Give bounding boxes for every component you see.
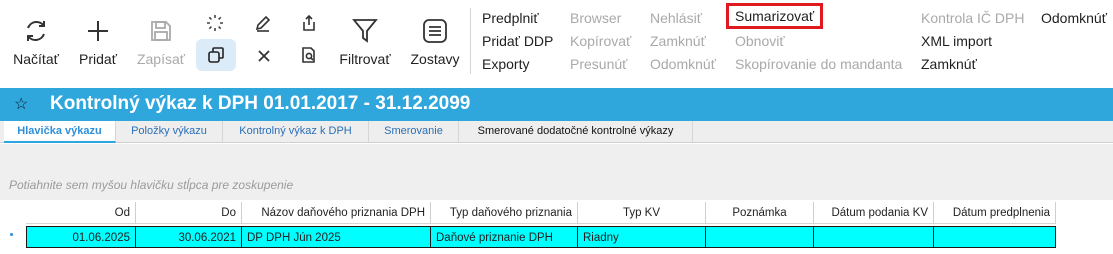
floppy-disk-icon bbox=[132, 14, 190, 48]
share-icon bbox=[303, 14, 315, 31]
menu-unlock[interactable]: Odomknúť bbox=[650, 56, 716, 72]
reports-button[interactable]: Zostavy bbox=[406, 14, 464, 67]
tab-routed-supplementary-statements[interactable]: Smerované dodatočné kontrolné výkazy bbox=[459, 121, 693, 143]
column-header-from[interactable]: Od bbox=[26, 202, 136, 224]
menu-summarize[interactable]: Sumarizovať bbox=[725, 3, 824, 29]
reload-button[interactable]: Načítať bbox=[8, 14, 64, 67]
menu-add-ddp[interactable]: Pridať DDP bbox=[482, 33, 553, 49]
cell-submission-date[interactable] bbox=[814, 226, 934, 248]
group-by-hint: Potiahnite sem myšou hlavičku stĺpca pre… bbox=[9, 178, 294, 192]
column-header-note[interactable]: Poznámka bbox=[706, 202, 814, 224]
menu-lock-2[interactable]: Zamknúť bbox=[921, 56, 977, 72]
favorite-star-icon[interactable]: ☆ bbox=[14, 94, 28, 114]
tab-bar: Hlavička výkazu Položky výkazu Kontrolný… bbox=[0, 121, 1113, 143]
loading-spinner-icon[interactable] bbox=[203, 11, 227, 35]
document-search-icon bbox=[302, 47, 315, 63]
tab-report-items[interactable]: Položky výkazu bbox=[116, 121, 223, 143]
add-button[interactable]: Pridať bbox=[74, 14, 122, 67]
menu-vat-id-check[interactable]: Kontrola IČ DPH bbox=[921, 10, 1024, 26]
column-header-to[interactable]: Do bbox=[136, 202, 242, 224]
menu-copy[interactable]: Kopírovať bbox=[570, 33, 631, 49]
filter-label: Filtrovať bbox=[339, 51, 391, 67]
funnel-icon bbox=[336, 14, 394, 48]
reports-label: Zostavy bbox=[410, 51, 460, 67]
data-grid: Od Do Názov daňového priznania DPH Typ d… bbox=[0, 202, 1113, 254]
add-label: Pridať bbox=[79, 51, 117, 67]
filter-button[interactable]: Filtrovať bbox=[336, 14, 394, 67]
plus-icon bbox=[74, 14, 122, 48]
save-button[interactable]: Zapísať bbox=[132, 14, 190, 67]
cell-to[interactable]: 30.06.2021 bbox=[136, 226, 242, 248]
cell-return-name[interactable]: DP DPH Jún 2025 bbox=[242, 226, 431, 248]
close-icon bbox=[258, 50, 270, 62]
pencil-icon bbox=[255, 15, 271, 32]
tab-routing[interactable]: Smerovanie bbox=[369, 121, 459, 143]
export-button[interactable] bbox=[297, 11, 321, 35]
cell-return-type[interactable]: Daňové priznanie DPH bbox=[431, 226, 578, 248]
cell-prefill-date[interactable] bbox=[934, 226, 1056, 248]
ribbon-toolbar: Načítať Pridať Zapísať Filtrovať Zostavy… bbox=[0, 0, 1113, 88]
menu-lock[interactable]: Zamknúť bbox=[650, 33, 706, 49]
copy-icon bbox=[208, 47, 224, 63]
cell-from[interactable]: 01.06.2025 bbox=[26, 226, 136, 248]
menu-unlock-2[interactable]: Odomknúť bbox=[1041, 10, 1107, 26]
delete-button[interactable] bbox=[252, 44, 276, 68]
menu-prefill[interactable]: Predplniť bbox=[482, 10, 539, 26]
column-header-return-name[interactable]: Názov daňového priznania DPH bbox=[242, 202, 431, 224]
cell-kv-type[interactable]: Riadny bbox=[578, 226, 706, 248]
menu-browser[interactable]: Browser bbox=[570, 10, 621, 26]
column-header-submission-date[interactable]: Dátum podania KV bbox=[814, 202, 934, 224]
tab-vat-control-statement[interactable]: Kontrolný výkaz k DPH bbox=[223, 121, 369, 143]
page-title: Kontrolný výkaz k DPH 01.01.2017 - 31.12… bbox=[50, 93, 471, 114]
reload-label: Načítať bbox=[13, 51, 59, 67]
toolbar-separator bbox=[470, 8, 471, 74]
cell-note[interactable] bbox=[706, 226, 814, 248]
menu-exports[interactable]: Exporty bbox=[482, 56, 529, 72]
menu-refresh[interactable]: Obnoviť bbox=[735, 33, 785, 49]
preview-button[interactable] bbox=[297, 43, 321, 67]
edit-button[interactable] bbox=[251, 11, 275, 35]
column-header-prefill-date[interactable]: Dátum predplnenia bbox=[934, 202, 1056, 224]
save-label: Zapísať bbox=[136, 51, 186, 67]
list-box-icon bbox=[406, 14, 464, 48]
menu-move[interactable]: Presunúť bbox=[570, 56, 627, 72]
row-indicator bbox=[10, 233, 13, 236]
tab-report-header[interactable]: Hlavička výkazu bbox=[4, 121, 116, 143]
duplicate-button[interactable] bbox=[196, 39, 236, 71]
column-header-return-type[interactable]: Typ daňového priznania bbox=[431, 202, 578, 224]
window-title-bar: ☆ Kontrolný výkaz k DPH 01.01.2017 - 31.… bbox=[0, 88, 1113, 121]
group-by-panel[interactable]: Potiahnite sem myšou hlavičku stĺpca pre… bbox=[0, 144, 1113, 200]
menu-xml-import[interactable]: XML import bbox=[921, 33, 992, 49]
menu-do-not-report[interactable]: Nehlásiť bbox=[650, 10, 702, 26]
refresh-icon bbox=[8, 14, 64, 48]
column-header-kv-type[interactable]: Typ KV bbox=[578, 202, 706, 224]
menu-copy-to-client[interactable]: Skopírovanie do mandanta bbox=[735, 56, 902, 72]
